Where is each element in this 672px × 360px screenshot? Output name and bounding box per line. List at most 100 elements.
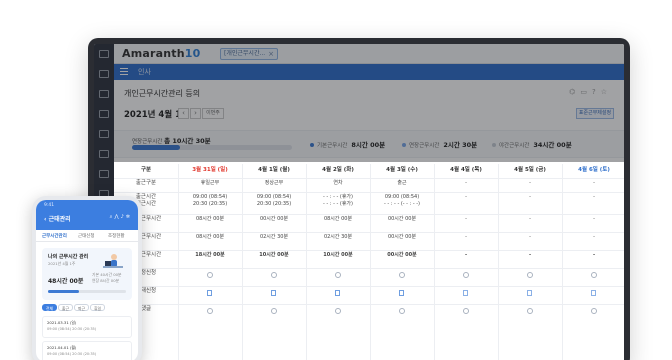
chip-in[interactable]: 출근 [58,304,73,311]
menu-label: 인사 [138,68,151,76]
table-cell: - - : - - (휴가) - - : - - (휴가) [323,194,353,207]
comment-icon[interactable] [399,308,405,314]
next-week-button[interactable]: › [190,108,201,119]
summary-panel: 연장근무시간 총 10시간 30분 기본근무시간 8시간 00분 연장근무시간 2시… [114,130,624,158]
share-icon[interactable]: ⌬ [569,88,580,96]
apps-icon[interactable] [99,50,109,58]
day-header: 4월 3일 (수) [386,167,418,173]
attendance-doc-icon[interactable] [527,290,532,296]
table-cell: 휴일근무 [200,180,220,186]
adjust-request-icon[interactable] [399,272,405,278]
tab-worktime[interactable]: 근무시간관리 [42,233,67,239]
card-title: 나의 근무시간 관리 [48,254,89,260]
table-cell: 09:00 (08:54) 20:30 (20:35) [192,194,228,207]
standard-work-button[interactable]: 표준근무제설정 [576,108,614,119]
table-cell: - [465,216,467,222]
attendance-doc-icon[interactable] [207,290,212,296]
top-bar: Amaranth10 [개인근무시간... × [114,44,624,64]
comment-icon[interactable] [207,308,213,314]
table-cell: 정상근무 [264,180,284,186]
table-cell: - [593,216,595,222]
adjust-request-icon[interactable] [207,272,213,278]
row-divider [114,304,624,305]
close-icon[interactable]: × [268,49,274,59]
chip-all[interactable]: 전체 [42,304,57,311]
attendance-doc-icon[interactable] [271,290,276,296]
table-cell: - [465,180,467,186]
legend-dot [310,143,314,147]
table-cell: 08시간 00분 [323,216,353,222]
phone-tabs: 근무시간관리 근태신청 조정현황 [36,230,138,242]
open-tab[interactable]: [개인근무시간... × [220,48,278,60]
row-divider [114,268,624,269]
table-cell: 18시간 00분 [195,252,225,258]
this-week-button[interactable]: 이번주 [202,108,224,119]
comment-icon[interactable] [335,308,341,314]
chip-out[interactable]: 퇴근 [74,304,89,311]
attendance-doc-icon[interactable] [399,290,404,296]
table-cell: - [593,234,595,240]
star-icon[interactable]: ☆ [601,88,612,96]
table-cell: 00시간 00분 [387,252,417,258]
table-cell: 08시간 00분 [195,234,225,240]
chip-holiday[interactable]: 휴일 [90,304,105,311]
list-item[interactable]: 2021.03.31 (일) 09:00 (08:54) 20:30 (20:3… [42,316,132,338]
legend-overtime: 연장근무시간 2시간 30분 [402,139,477,149]
attendance-doc-icon[interactable] [463,290,468,296]
table-cell: - [465,194,467,200]
adjust-request-icon[interactable] [527,272,533,278]
gear-icon[interactable]: ✲ [126,214,132,220]
comment-icon[interactable] [271,308,277,314]
comment-icon[interactable] [527,308,533,314]
table-cell: 09:00 (08:54) - - : - - (- - : - -) [383,194,420,207]
table-cell: - [592,252,596,258]
stage: Amaranth10 [개인근무시간... × 인사 개인근무시간관리 등의 ⌬▭… [0,0,672,360]
comment-icon[interactable] [463,308,469,314]
desktop-screen: Amaranth10 [개인근무시간... × 인사 개인근무시간관리 등의 ⌬▭… [94,44,624,360]
app-logo: Amaranth10 [122,47,201,60]
tab-attendance[interactable]: 근태신청 [78,233,95,239]
menu-bar: 인사 [114,64,624,80]
day-header: 4월 6일 (토) [578,167,610,173]
table-cell: 10시간 00분 [259,252,289,258]
card-total: 48시간 00분 [48,278,84,285]
day-header: 4월 2일 (화) [322,167,354,173]
print-icon[interactable]: ▭ [580,88,592,96]
comment-icon[interactable] [591,308,597,314]
phone-title[interactable]: ‹ 근태관리 [44,214,71,223]
list-date: 2021.03.31 (일) [47,320,77,325]
day-header: 4월 5일 (금) [514,167,546,173]
table-cell: - [593,180,595,186]
attendance-doc-icon[interactable] [591,290,596,296]
table-cell: - [465,234,467,240]
calendar-icon[interactable] [99,90,109,98]
table-cell: - [528,252,532,258]
table-cell: 08시간 00분 [195,216,225,222]
row-divider [114,286,624,287]
adjust-request-icon[interactable] [591,272,597,278]
help-icon[interactable]: ? [592,88,601,96]
document-icon[interactable] [99,110,109,118]
attendance-doc-icon[interactable] [335,290,340,296]
table-cell: - [464,252,468,258]
phone-header-icons: ⌕⋀♪✲ [110,214,132,220]
mail-icon[interactable] [99,130,109,138]
adjust-request-icon[interactable] [463,272,469,278]
hamburger-icon[interactable] [120,68,128,69]
list-item[interactable]: 2021.04.01 (월) 09:00 (08:54) 20:30 (20:3… [42,341,132,360]
main-content: 개인근무시간관리 등의 ⌬▭?☆ 2021년 4월 1주 ‹ › 이번주 표준근… [114,80,624,360]
report-icon[interactable] [99,170,109,178]
row-divider [114,178,624,179]
adjust-request-icon[interactable] [335,272,341,278]
mobile-phone: 9:41 ‹ 근태관리 ⌕⋀♪✲ 근무시간관리 근태신청 조정현황 나의 근무시… [32,196,142,360]
prev-week-button[interactable]: ‹ [178,108,189,119]
edit-icon[interactable] [99,70,109,78]
day-header: 4월 1일 (월) [258,167,290,173]
card-breakdown: 기본 40시간 00분 연장 8시간 00분 [92,272,122,283]
chat-icon[interactable] [99,150,109,158]
list-date: 2021.04.01 (월) [47,345,77,350]
tab-adjust[interactable]: 조정현황 [108,233,125,239]
person-illustration [103,254,123,268]
adjust-request-icon[interactable] [271,272,277,278]
row-divider [114,250,624,251]
